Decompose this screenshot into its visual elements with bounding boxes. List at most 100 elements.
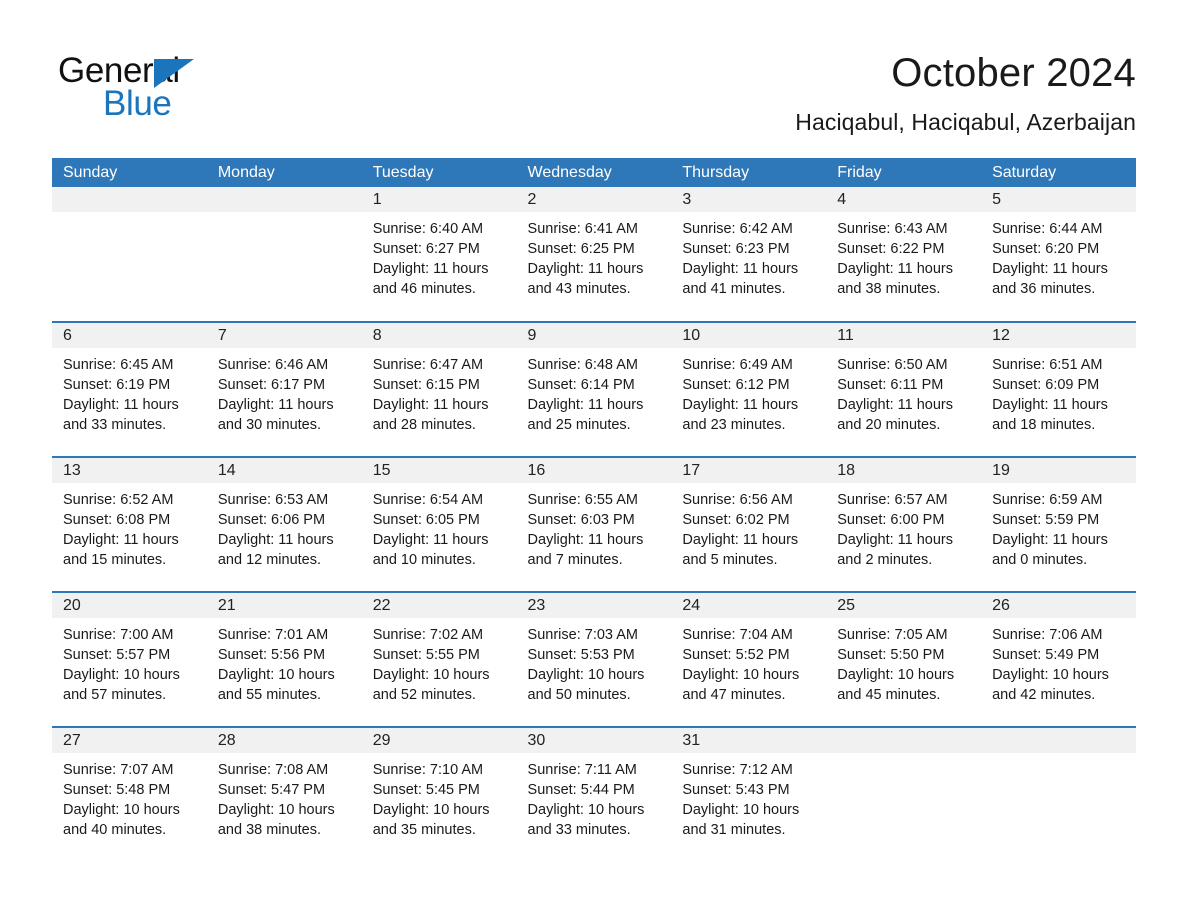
weekday-header-thursday: Thursday	[671, 158, 827, 187]
day-number	[981, 728, 1136, 753]
calendar-day-cell[interactable]: 8 Sunrise: 6:47 AM Sunset: 6:15 PM Daylight…	[361, 321, 517, 457]
sunrise-text: Sunrise: 6:46 AM	[217, 357, 329, 373]
daylight-text-line1: Daylight: 11 hours	[992, 532, 1108, 548]
calendar-week-row: 27 Sunrise: 7:07 AM Sunset: 5:48 PM Dayligh…	[52, 726, 1136, 862]
sunrise-text: Sunrise: 6:45 AM	[63, 357, 174, 373]
page-subtitle: Haciqabul, Haciqabul, Azerbaijan	[795, 109, 1136, 135]
daylight-text-line2: and 33 minutes.	[527, 822, 631, 838]
daylight-text-line1: Daylight: 11 hours	[217, 397, 334, 413]
calendar-day-cell[interactable]: 2 Sunrise: 6:41 AM Sunset: 6:25 PM Daylight…	[516, 187, 672, 322]
calendar-day-cell[interactable]: 15 Sunrise: 6:54 AM Sunset: 6:05 PM Dayligh…	[361, 456, 517, 592]
calendar-day-cell[interactable]: 24 Sunrise: 7:04 AM Sunset: 5:52 PM Dayligh…	[671, 591, 827, 727]
calendar-day-cell[interactable]: 17 Sunrise: 6:56 AM Sunset: 6:02 PM Dayligh…	[671, 456, 827, 592]
sunset-text: Sunset: 5:52 PM	[682, 647, 790, 663]
calendar-day-cell[interactable]: 30 Sunrise: 7:11 AM Sunset: 5:44 PM Dayligh…	[516, 726, 672, 862]
daylight-text-line1: Daylight: 11 hours	[682, 397, 799, 413]
sunrise-text: Sunrise: 7:08 AM	[217, 762, 329, 778]
calendar-day-cell[interactable]: 18 Sunrise: 6:57 AM Sunset: 6:00 PM Dayligh…	[826, 456, 982, 592]
daylight-text-line2: and 50 minutes.	[527, 687, 631, 703]
sunrise-text: Sunrise: 6:47 AM	[372, 357, 484, 373]
calendar-day-cell[interactable]: 9 Sunrise: 6:48 AM Sunset: 6:14 PM Daylight…	[516, 321, 672, 457]
day-number: 10	[671, 323, 827, 348]
sunrise-text: Sunrise: 7:03 AM	[527, 627, 638, 643]
sunset-text: Sunset: 6:00 PM	[837, 512, 945, 528]
calendar-day-cell[interactable]: 1 Sunrise: 6:40 AM Sunset: 6:27 PM Daylight…	[361, 187, 517, 322]
calendar-day-cell[interactable]: 14 Sunrise: 6:53 AM Sunset: 6:06 PM Dayligh…	[206, 456, 362, 592]
daylight-text-line1: Daylight: 10 hours	[682, 802, 800, 818]
calendar-day-cell[interactable]: 25 Sunrise: 7:05 AM Sunset: 5:50 PM Dayligh…	[826, 591, 982, 727]
daylight-text-line2: and 55 minutes.	[217, 687, 322, 703]
calendar-day-cell[interactable]: 13 Sunrise: 6:52 AM Sunset: 6:08 PM Dayligh…	[52, 456, 207, 592]
sunrise-text: Sunrise: 6:43 AM	[837, 221, 948, 237]
day-number: 4	[826, 187, 982, 212]
calendar-day-cell[interactable]: 29 Sunrise: 7:10 AM Sunset: 5:45 PM Dayligh…	[361, 726, 517, 862]
weekday-header-row: Sunday Monday Tuesday Wednesday Thursday…	[52, 158, 1136, 187]
daylight-text-line2: and 42 minutes.	[992, 687, 1096, 703]
calendar-day-cell[interactable]: 31 Sunrise: 7:12 AM Sunset: 5:43 PM Dayligh…	[671, 726, 827, 862]
day-number: 11	[826, 323, 982, 348]
calendar-day-cell[interactable]: 6 Sunrise: 6:45 AM Sunset: 6:19 PM Daylight…	[52, 321, 207, 457]
day-number: 26	[981, 593, 1136, 618]
daylight-text-line1: Daylight: 10 hours	[372, 802, 490, 818]
calendar-day-cell[interactable]: 19 Sunrise: 6:59 AM Sunset: 5:59 PM Dayligh…	[981, 456, 1136, 592]
daylight-text-line2: and 40 minutes.	[63, 822, 167, 838]
calendar-day-cell[interactable]	[52, 187, 207, 322]
calendar-day-cell[interactable]: 20 Sunrise: 7:00 AM Sunset: 5:57 PM Dayligh…	[52, 591, 207, 727]
sunset-text: Sunset: 5:59 PM	[992, 512, 1100, 528]
day-number: 1	[361, 187, 517, 212]
day-number: 8	[361, 323, 517, 348]
sunset-text: Sunset: 5:49 PM	[992, 647, 1100, 663]
day-number: 17	[671, 458, 827, 483]
sunset-text: Sunset: 6:25 PM	[527, 241, 635, 257]
sunrise-text: Sunrise: 6:56 AM	[682, 492, 793, 508]
daylight-text-line1: Daylight: 10 hours	[837, 667, 955, 683]
day-number: 9	[516, 323, 672, 348]
calendar-day-cell[interactable]: 28 Sunrise: 7:08 AM Sunset: 5:47 PM Dayligh…	[206, 726, 362, 862]
sunrise-text: Sunrise: 6:40 AM	[372, 221, 484, 237]
daylight-text-line2: and 12 minutes.	[217, 552, 322, 568]
calendar-day-cell[interactable]: 23 Sunrise: 7:03 AM Sunset: 5:53 PM Dayligh…	[516, 591, 672, 727]
sunset-text: Sunset: 5:48 PM	[63, 782, 171, 798]
daylight-text-line1: Daylight: 11 hours	[372, 261, 489, 277]
calendar-day-cell[interactable]	[981, 726, 1136, 862]
sunrise-text: Sunrise: 6:52 AM	[63, 492, 174, 508]
calendar-day-cell[interactable]: 26 Sunrise: 7:06 AM Sunset: 5:49 PM Dayligh…	[981, 591, 1136, 727]
day-number: 15	[361, 458, 517, 483]
calendar-day-cell[interactable]: 5 Sunrise: 6:44 AM Sunset: 6:20 PM Daylight…	[981, 187, 1136, 322]
calendar-day-cell[interactable]: 7 Sunrise: 6:46 AM Sunset: 6:17 PM Daylight…	[206, 321, 362, 457]
weekday-header-sunday: Sunday	[52, 158, 207, 187]
calendar-day-cell[interactable]: 11 Sunrise: 6:50 AM Sunset: 6:11 PM Dayligh…	[826, 321, 982, 457]
sunset-text: Sunset: 6:02 PM	[682, 512, 790, 528]
daylight-text-line2: and 0 minutes.	[992, 552, 1088, 568]
calendar-day-cell[interactable]: 27 Sunrise: 7:07 AM Sunset: 5:48 PM Dayligh…	[52, 726, 207, 862]
calendar-day-cell[interactable]: 3 Sunrise: 6:42 AM Sunset: 6:23 PM Daylight…	[671, 187, 827, 322]
day-number: 16	[516, 458, 672, 483]
day-number	[206, 187, 362, 212]
sunrise-text: Sunrise: 6:49 AM	[682, 357, 793, 373]
day-number: 25	[826, 593, 982, 618]
daylight-text-line2: and 31 minutes.	[682, 822, 786, 838]
daylight-text-line2: and 38 minutes.	[837, 281, 941, 297]
calendar-day-cell[interactable]: 10 Sunrise: 6:49 AM Sunset: 6:12 PM Dayligh…	[671, 321, 827, 457]
calendar-day-cell[interactable]: 16 Sunrise: 6:55 AM Sunset: 6:03 PM Dayligh…	[516, 456, 672, 592]
sunrise-text: Sunrise: 6:59 AM	[992, 492, 1103, 508]
day-number: 2	[516, 187, 672, 212]
calendar-day-cell[interactable]: 21 Sunrise: 7:01 AM Sunset: 5:56 PM Dayligh…	[206, 591, 362, 727]
daylight-text-line1: Daylight: 10 hours	[63, 667, 180, 683]
daylight-text-line1: Daylight: 11 hours	[63, 532, 179, 548]
calendar-day-cell[interactable]: 22 Sunrise: 7:02 AM Sunset: 5:55 PM Dayligh…	[361, 591, 517, 727]
sunset-text: Sunset: 6:06 PM	[217, 512, 326, 528]
calendar-day-cell[interactable]	[826, 726, 982, 862]
daylight-text-line1: Daylight: 11 hours	[527, 532, 644, 548]
page-header: General Blue October 2024 Haciqabul, Hac…	[0, 0, 1188, 158]
day-number: 14	[206, 458, 362, 483]
calendar-day-cell[interactable]: 4 Sunrise: 6:43 AM Sunset: 6:22 PM Daylight…	[826, 187, 982, 322]
sunrise-text: Sunrise: 6:44 AM	[992, 221, 1103, 237]
sunset-text: Sunset: 6:03 PM	[527, 512, 635, 528]
sunrise-text: Sunrise: 6:50 AM	[837, 357, 948, 373]
day-number: 23	[516, 593, 672, 618]
calendar-day-cell[interactable]: 12 Sunrise: 6:51 AM Sunset: 6:09 PM Dayligh…	[981, 321, 1136, 457]
day-number: 18	[826, 458, 982, 483]
sunset-text: Sunset: 5:45 PM	[372, 782, 480, 798]
calendar-day-cell[interactable]	[206, 187, 362, 322]
